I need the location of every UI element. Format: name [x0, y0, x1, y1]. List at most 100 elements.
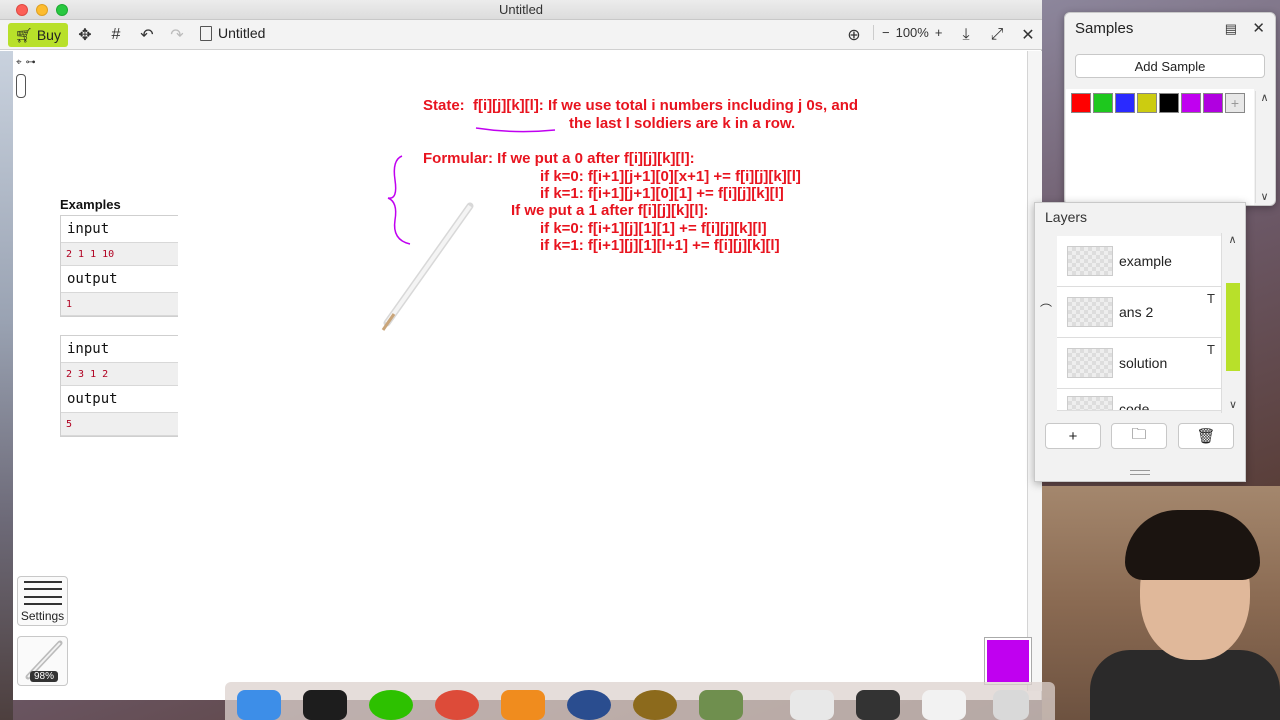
layer-name: code: [1119, 400, 1150, 411]
chrome-icon[interactable]: [435, 690, 479, 720]
finder-icon[interactable]: [237, 690, 281, 720]
layer-name: ans 2: [1119, 304, 1154, 320]
examples-title: Examples: [60, 197, 121, 212]
download-icon[interactable]: ⤓: [955, 24, 977, 46]
layers-title: Layers: [1045, 209, 1088, 225]
layer-row[interactable]: ⌒ code: [1057, 389, 1221, 411]
color-swatch-black[interactable]: [1159, 93, 1179, 113]
samples-scrollbar[interactable]: ∧ ∨: [1255, 91, 1273, 203]
color-swatch-blue[interactable]: [1115, 93, 1135, 113]
move-icon[interactable]: ✥: [74, 24, 96, 46]
underline-stroke: [475, 127, 556, 133]
visibility-icon[interactable]: ⌒: [1037, 301, 1055, 318]
add-sample-button[interactable]: Add Sample: [1075, 54, 1265, 78]
example-input-label: input: [61, 336, 178, 363]
window-title: Untitled: [498, 2, 544, 17]
samples-close-icon[interactable]: ✕: [1252, 19, 1265, 37]
text-layer-icon: T: [1207, 342, 1215, 357]
brace-stroke: [387, 155, 411, 245]
layer-name: example: [1119, 253, 1172, 269]
state-note-line-1: State: f[i][j][k][l]: If we use total i …: [423, 97, 859, 114]
color-swatch-yellow[interactable]: [1137, 93, 1157, 113]
example-output-label: output: [61, 266, 178, 293]
window-thumbnail-icon[interactable]: [790, 690, 834, 720]
zoom-in-button[interactable]: +: [935, 25, 943, 40]
canvas-nav-controls[interactable]: ⌖ ⊶: [16, 56, 56, 68]
dock: [225, 682, 1055, 720]
scroll-up-icon[interactable]: ∧: [1222, 233, 1243, 246]
layer-thumbnail: [1067, 246, 1113, 276]
trash-icon[interactable]: 🗑: [1178, 423, 1234, 449]
redo-icon[interactable]: ↷: [166, 24, 188, 46]
buy-label: Buy: [36, 27, 61, 43]
layer-thumbnail: [1067, 348, 1113, 378]
layers-panel: Layers example ⌒ ans 2 T solution T ⌒ co…: [1034, 202, 1246, 482]
webcam-person-hair: [1125, 510, 1260, 580]
add-layer-button[interactable]: +: [1045, 423, 1101, 449]
undo-icon[interactable]: ↶: [136, 24, 158, 46]
pencil-cursor-icon: [381, 202, 474, 331]
drawing-app-icon[interactable]: [699, 690, 743, 720]
current-color-swatch[interactable]: [985, 638, 1031, 684]
title-bar: Untitled: [0, 0, 1042, 20]
fullscreen-icon[interactable]: ⤢: [986, 24, 1008, 46]
color-swatch-purple[interactable]: [1181, 93, 1201, 113]
samples-doc-icon[interactable]: ▤: [1225, 21, 1237, 37]
warcraft-icon[interactable]: [633, 690, 677, 720]
trash-icon[interactable]: [993, 690, 1029, 720]
crosshair-icon[interactable]: ⌖: [16, 57, 22, 68]
vertical-slider[interactable]: [16, 74, 26, 98]
add-color-icon[interactable]: +: [1225, 93, 1245, 113]
example-output-label: output: [61, 386, 178, 413]
sublime-icon[interactable]: [501, 690, 545, 720]
terminal-icon[interactable]: [303, 690, 347, 720]
file-icon: [200, 25, 212, 41]
layer-row[interactable]: example: [1057, 236, 1221, 287]
example-output-value: 5: [61, 413, 178, 436]
color-swatch-green[interactable]: [1093, 93, 1113, 113]
color-swatch-violet[interactable]: [1203, 93, 1223, 113]
example-input-label: input: [61, 216, 178, 243]
layer-row[interactable]: solution T: [1057, 338, 1221, 389]
settings-button[interactable]: Settings: [17, 576, 68, 626]
scroll-up-icon[interactable]: ∧: [1260, 91, 1268, 104]
close-document-icon[interactable]: ✕: [1017, 24, 1039, 46]
zoom-control: − 100% +: [873, 25, 942, 40]
example-input-value: 2 1 1 10: [61, 243, 178, 266]
settings-label: Settings: [20, 609, 65, 623]
layers-scroll-thumb[interactable]: [1226, 283, 1240, 371]
zoom-out-button[interactable]: −: [882, 25, 890, 40]
folder-icon[interactable]: 🗀: [1111, 423, 1167, 449]
resize-grip-icon[interactable]: [1130, 470, 1150, 475]
slider-icon[interactable]: ⊶: [26, 57, 36, 68]
example-input-value: 2 3 1 2: [61, 363, 178, 386]
cart-icon: 🛒︎: [15, 26, 33, 43]
app-icon[interactable]: [567, 690, 611, 720]
brush-opacity-badge: 98%: [30, 671, 59, 682]
pen-mode-icon[interactable]: ⊕: [843, 24, 865, 46]
webcam-person-body: [1090, 650, 1280, 720]
window-thumbnail-icon[interactable]: [922, 690, 966, 720]
scroll-down-icon[interactable]: ∨: [1222, 398, 1244, 411]
document-title[interactable]: Untitled: [200, 25, 265, 41]
window-thumbnail-icon[interactable]: [856, 690, 900, 720]
example-block: input 2 3 1 2 output 5: [60, 335, 178, 437]
drawing-strokes: [381, 127, 556, 331]
samples-title: Samples: [1075, 20, 1134, 37]
layers-scrollbar[interactable]: ∧ ∨: [1221, 233, 1243, 413]
toolbar: 🛒︎ Buy ✥ # ↶ ↷ Untitled ⊕ − 100% + ⤓ ⤢ ✕: [0, 20, 1042, 50]
color-swatch-red[interactable]: [1071, 93, 1091, 113]
grid-icon[interactable]: #: [105, 24, 127, 46]
scroll-down-icon[interactable]: ∨: [1260, 190, 1268, 203]
layer-thumbnail: [1067, 297, 1113, 327]
buy-button[interactable]: 🛒︎ Buy: [8, 23, 68, 47]
zoom-level[interactable]: 100%: [896, 25, 929, 40]
layer-thumbnail: [1067, 395, 1113, 410]
state-note-line-2: the last l soldiers are k in a row.: [569, 115, 796, 132]
layer-row[interactable]: ⌒ ans 2 T: [1040, 287, 1221, 338]
example-block: input 2 1 1 10 output 1: [60, 215, 178, 317]
wechat-icon[interactable]: [369, 690, 413, 720]
layer-name: solution: [1119, 355, 1168, 371]
desktop-strip: [0, 51, 13, 720]
samples-panel: Samples ▤ ✕ Add Sample + ∧ ∨: [1064, 12, 1276, 206]
